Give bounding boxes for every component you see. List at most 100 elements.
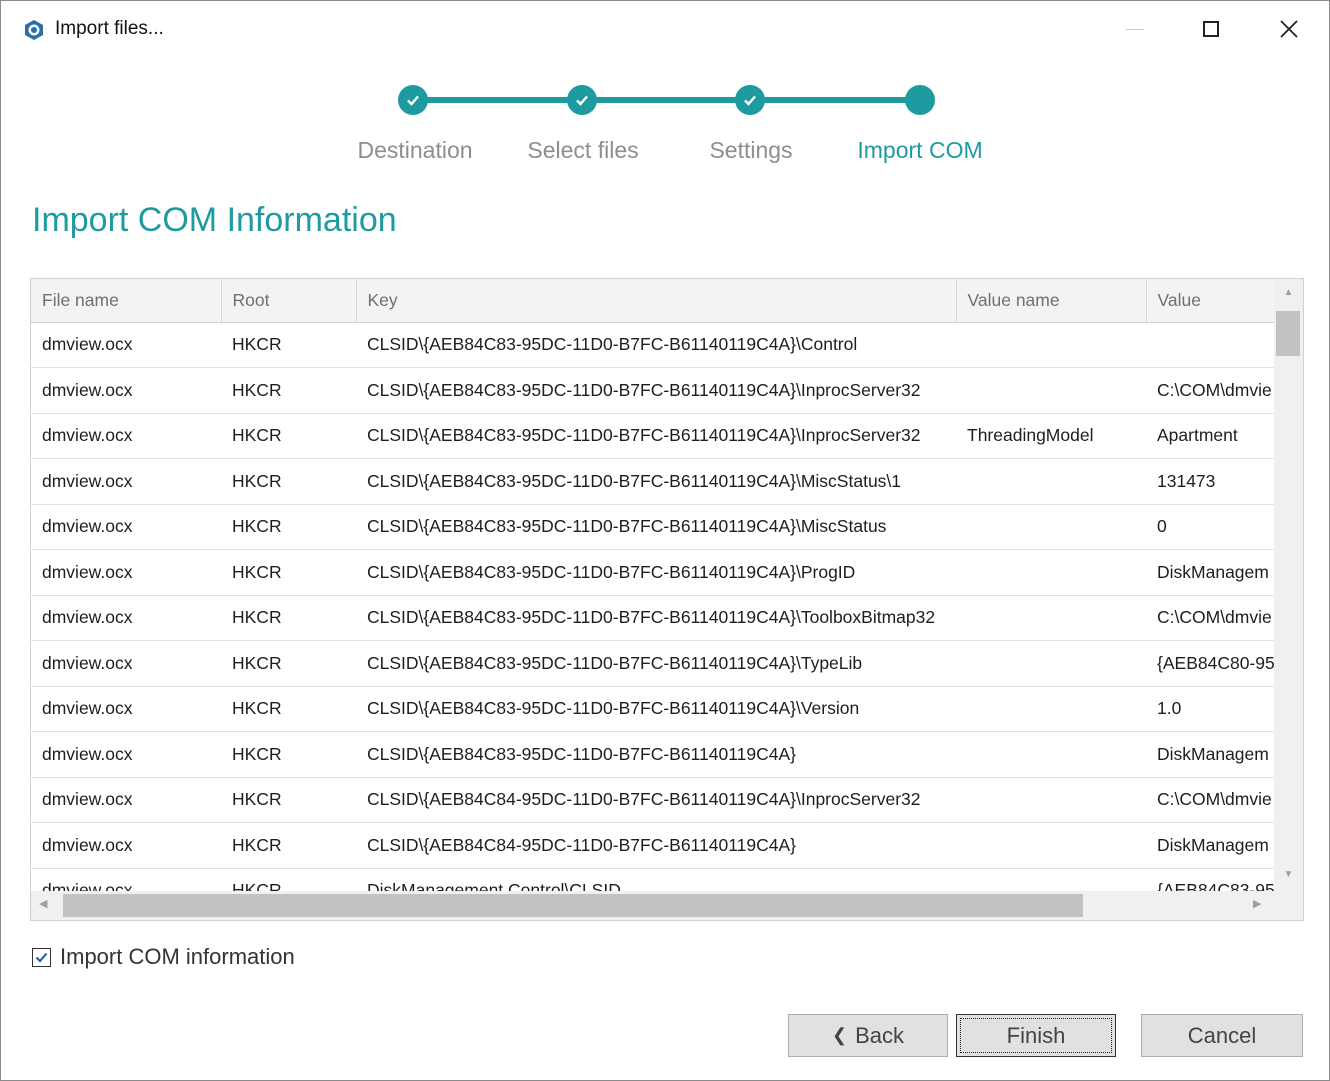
table-row[interactable]: dmview.ocx HKCR CLSID\{AEB84C83-95DC-11D0-… (31, 549, 1275, 596)
table-cell: ThreadingModel (956, 413, 1146, 459)
table-cell: {AEB84C83-95 (1146, 868, 1275, 893)
table-body: dmview.ocx HKCR CLSID\{AEB84C83-95DC-11D0-… (31, 322, 1275, 893)
back-button[interactable]: ❮ Back (788, 1014, 948, 1057)
table-cell (956, 731, 1146, 778)
table-cell: dmview.ocx (31, 731, 221, 778)
table-cell (956, 504, 1146, 550)
table-cell: dmview.ocx (31, 868, 221, 893)
horizontal-scrollbar[interactable]: ◀ ▶ (31, 891, 1303, 920)
table-cell: HKCR (221, 595, 356, 641)
table-cell: CLSID\{AEB84C83-95DC-11D0-B7FC-B61140119… (356, 640, 956, 687)
table-row[interactable]: dmview.ocx HKCR DiskManagement.Control\CLS… (31, 868, 1275, 893)
step-label-select-files: Select files (527, 137, 639, 163)
table-row[interactable]: dmview.ocx HKCR CLSID\{AEB84C84-95DC-11D0-… (31, 777, 1275, 823)
step-label-settings: Settings (709, 137, 793, 163)
table-cell (956, 777, 1146, 823)
scroll-right-arrow-icon[interactable]: ▶ (1253, 897, 1261, 910)
scroll-down-arrow-icon[interactable]: ▼ (1274, 869, 1303, 880)
column-header-value-name[interactable]: Value name (956, 279, 1147, 323)
table-cell: dmview.ocx (31, 413, 221, 459)
table-row[interactable]: dmview.ocx HKCR CLSID\{AEB84C83-95DC-11D0-… (31, 504, 1275, 550)
table-cell: CLSID\{AEB84C83-95DC-11D0-B7FC-B61140119… (356, 549, 956, 596)
checkbox-box[interactable] (32, 947, 51, 967)
checkmark-icon (576, 95, 588, 106)
app-logo-icon (25, 20, 43, 40)
table-cell (956, 868, 1146, 893)
table-cell: dmview.ocx (31, 686, 221, 732)
table-row[interactable]: dmview.ocx HKCR CLSID\{AEB84C84-95DC-11D0-… (31, 822, 1275, 869)
finish-button[interactable]: Finish (956, 1014, 1116, 1057)
import-com-checkbox-label: Import COM information (60, 944, 295, 969)
step-label-import-com: Import COM (857, 137, 983, 163)
table-cell: HKCR (221, 822, 356, 869)
table-cell: CLSID\{AEB84C83-95DC-11D0-B7FC-B61140119… (356, 731, 956, 778)
table-cell: CLSID\{AEB84C83-95DC-11D0-B7FC-B61140119… (356, 322, 956, 368)
page-heading: Import COM Information (32, 201, 397, 239)
table-cell: dmview.ocx (31, 777, 221, 823)
table-cell (956, 640, 1146, 687)
table-cell: HKCR (221, 686, 356, 732)
table-cell (956, 367, 1146, 414)
stepper-track (413, 97, 921, 103)
title-bar: Import files... (1, 1, 1329, 57)
table-cell: C:\COM\dmvie (1146, 367, 1275, 414)
window-title: Import files... (55, 18, 164, 39)
vertical-scroll-thumb[interactable] (1276, 311, 1300, 356)
table-cell: HKCR (221, 458, 356, 505)
com-info-table: File name Root Key Value name Value dmvi… (31, 279, 1275, 893)
table-cell (956, 595, 1146, 641)
table-cell: dmview.ocx (31, 595, 221, 641)
horizontal-scroll-thumb[interactable] (63, 894, 1083, 917)
table-cell: CLSID\{AEB84C83-95DC-11D0-B7FC-B61140119… (356, 458, 956, 505)
import-com-checkbox[interactable]: Import COM information (32, 944, 295, 970)
scroll-left-arrow-icon[interactable]: ◀ (39, 897, 47, 910)
table-cell: HKCR (221, 413, 356, 459)
wizard-stepper: Destination Select files Settings Import… (331, 79, 1011, 179)
step-select-files-dot (567, 85, 597, 115)
table-cell: DiskManagement.Control\CLSID (356, 868, 956, 893)
table-row[interactable]: dmview.ocx HKCR CLSID\{AEB84C83-95DC-11D0-… (31, 458, 1275, 505)
checkmark-icon (407, 95, 419, 106)
table-row[interactable]: dmview.ocx HKCR CLSID\{AEB84C83-95DC-11D0-… (31, 686, 1275, 732)
table-cell (956, 686, 1146, 732)
table-cell (1146, 322, 1275, 368)
table-cell: dmview.ocx (31, 822, 221, 869)
table-row[interactable]: dmview.ocx HKCR CLSID\{AEB84C83-95DC-11D0-… (31, 413, 1275, 459)
column-header-file-name[interactable]: File name (31, 279, 222, 323)
column-header-key[interactable]: Key (356, 279, 957, 323)
table-row[interactable]: dmview.ocx HKCR CLSID\{AEB84C83-95DC-11D0-… (31, 731, 1275, 778)
minimize-icon (1126, 28, 1144, 30)
maximize-icon (1203, 21, 1219, 37)
column-header-root[interactable]: Root (221, 279, 357, 323)
table-row[interactable]: dmview.ocx HKCR CLSID\{AEB84C83-95DC-11D0-… (31, 595, 1275, 641)
maximize-button[interactable] (1181, 9, 1241, 49)
column-header-value[interactable]: Value (1146, 279, 1275, 323)
table-cell (956, 458, 1146, 505)
close-button[interactable] (1259, 9, 1319, 49)
table-cell: dmview.ocx (31, 504, 221, 550)
table-cell: CLSID\{AEB84C83-95DC-11D0-B7FC-B61140119… (356, 595, 956, 641)
table-cell: 1.0 (1146, 686, 1275, 732)
table-cell: HKCR (221, 367, 356, 414)
minimize-button[interactable] (1105, 9, 1165, 49)
table-cell: DiskManagem (1146, 549, 1275, 596)
table-row[interactable]: dmview.ocx HKCR CLSID\{AEB84C83-95DC-11D0-… (31, 367, 1275, 414)
table-cell: 131473 (1146, 458, 1275, 505)
table-cell (956, 822, 1146, 869)
table-cell: HKCR (221, 868, 356, 893)
back-button-label: Back (855, 1022, 904, 1048)
cancel-button-label: Cancel (1187, 1022, 1257, 1048)
cancel-button[interactable]: Cancel (1141, 1014, 1303, 1057)
vertical-scrollbar[interactable]: ▲ ▼ (1274, 279, 1303, 893)
chevron-left-icon: ❮ (831, 1025, 848, 1045)
table-cell: {AEB84C80-95 (1146, 640, 1275, 687)
table-cell: 0 (1146, 504, 1275, 550)
scroll-up-arrow-icon[interactable]: ▲ (1274, 287, 1303, 298)
table-cell: HKCR (221, 504, 356, 550)
table-row[interactable]: dmview.ocx HKCR CLSID\{AEB84C83-95DC-11D0-… (31, 322, 1275, 368)
table-cell (956, 322, 1146, 368)
table-cell: C:\COM\dmvie (1146, 595, 1275, 641)
table-cell: HKCR (221, 777, 356, 823)
table-row[interactable]: dmview.ocx HKCR CLSID\{AEB84C83-95DC-11D0-… (31, 640, 1275, 687)
table-cell: CLSID\{AEB84C84-95DC-11D0-B7FC-B61140119… (356, 777, 956, 823)
